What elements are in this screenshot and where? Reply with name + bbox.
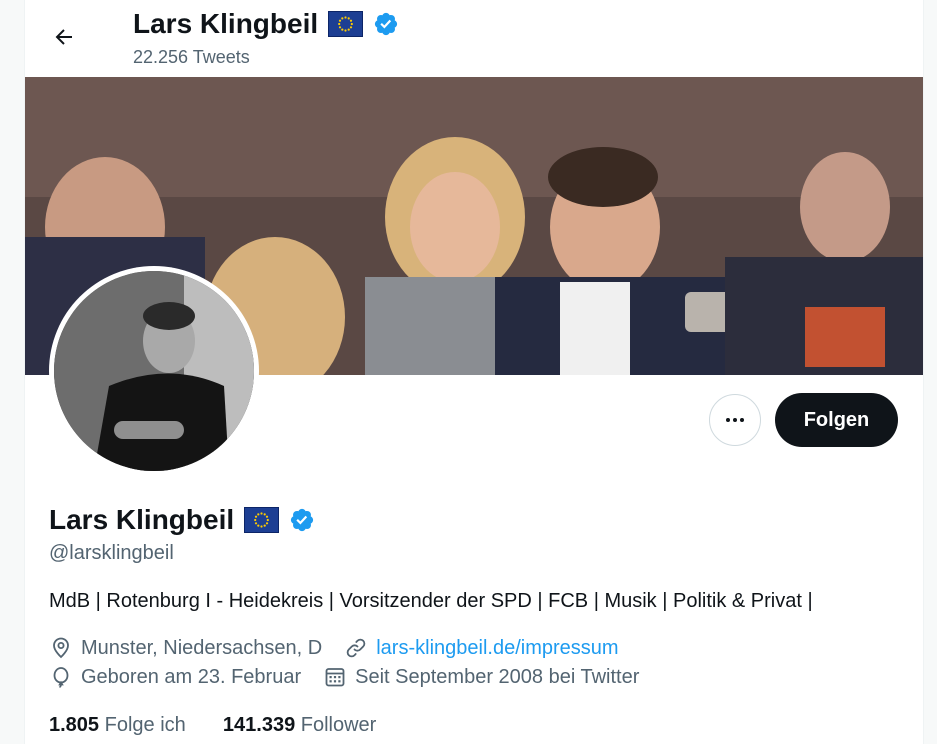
following-stat[interactable]: 1.805 Folge ich [49, 714, 191, 736]
profile-name-row: Lars Klingbeil [49, 504, 315, 536]
top-bar-name: Lars Klingbeil [133, 8, 319, 39]
verified-badge-icon[interactable] [289, 507, 315, 533]
location-item: Munster, Niedersachsen, D [49, 636, 322, 660]
following-label: Folge ich [104, 714, 186, 736]
follow-stats: 1.805 Folge ich 141.339 Follower [49, 714, 376, 737]
back-button[interactable] [47, 20, 81, 54]
more-horizontal-icon [726, 418, 744, 422]
balloon-icon [53, 667, 69, 688]
followers-label: Follower [300, 714, 377, 736]
joined-text: Seit September 2008 bei Twitter [355, 665, 640, 688]
profile-meta-row-2: Geboren am 23. Februar Seit September 20… [49, 665, 661, 689]
more-options-button[interactable] [709, 394, 761, 446]
location-text: Munster, Niedersachsen, D [81, 636, 323, 659]
profile-column: Lars Klingbeil 22.256 Tweets Folgen Lars… [24, 0, 924, 744]
profile-meta-row-1: Munster, Niedersachsen, D lars-klingbeil… [49, 636, 641, 660]
profile-top-bar: Lars Klingbeil 22.256 Tweets [25, 0, 923, 77]
tweet-count: 22.256 Tweets [133, 47, 250, 67]
followers-count: 141.339 [222, 714, 296, 736]
avatar-photo [54, 271, 254, 471]
birthday-item: Geboren am 23. Februar [49, 665, 301, 689]
eu-flag-icon [328, 11, 364, 37]
link-icon [346, 638, 366, 658]
follow-button[interactable]: Folgen [775, 393, 898, 447]
profile-handle: @larsklingbeil [49, 542, 174, 564]
location-pin-icon [53, 637, 69, 659]
joined-item: Seit September 2008 bei Twitter [323, 665, 639, 689]
followers-stat[interactable]: 141.339 Follower [223, 714, 376, 736]
profile-name: Lars Klingbeil [49, 504, 235, 535]
following-count: 1.805 [49, 714, 100, 736]
profile-avatar[interactable] [49, 266, 259, 476]
profile-bio: MdB | Rotenburg I - Heidekreis | Vorsitz… [49, 590, 813, 612]
birthday-text: Geboren am 23. Februar [81, 665, 302, 688]
verified-badge-icon[interactable] [373, 11, 399, 37]
eu-flag-icon [244, 507, 280, 533]
website-item: lars-klingbeil.de/impressum [344, 636, 619, 660]
calendar-icon [325, 668, 345, 687]
top-bar-title: Lars Klingbeil [133, 8, 399, 40]
website-link[interactable]: lars-klingbeil.de/impressum [376, 637, 618, 660]
arrow-left-icon [55, 29, 72, 45]
